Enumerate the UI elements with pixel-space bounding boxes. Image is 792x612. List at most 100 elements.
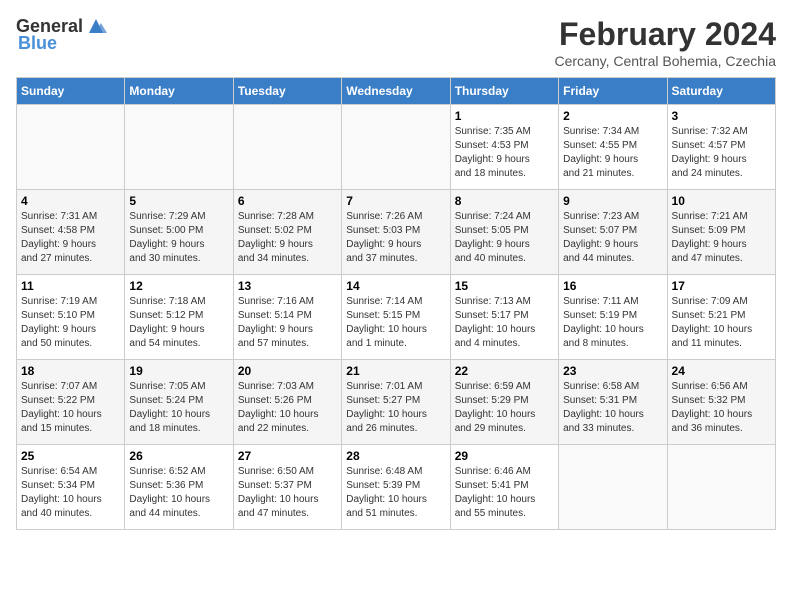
logo-icon	[85, 15, 107, 37]
weekday-header-row: SundayMondayTuesdayWednesdayThursdayFrid…	[17, 78, 776, 105]
calendar-cell: 22 Sunrise: 6:59 AM Sunset: 5:29 PM Dayli…	[450, 360, 558, 445]
calendar-week-2: 4 Sunrise: 7:31 AM Sunset: 4:58 PM Daylig…	[17, 190, 776, 275]
day-info: Sunrise: 6:46 AM Sunset: 5:41 PM Dayligh…	[455, 465, 554, 521]
day-info: Sunrise: 6:52 AM Sunset: 5:36 PM Dayligh…	[129, 465, 228, 521]
day-info: Sunrise: 6:58 AM Sunset: 5:31 PM Dayligh…	[563, 380, 662, 436]
calendar-cell: 23 Sunrise: 6:58 AM Sunset: 5:31 PM Dayli…	[559, 360, 667, 445]
day-info: Sunrise: 7:07 AM Sunset: 5:22 PM Dayligh…	[21, 380, 120, 436]
day-info: Sunrise: 7:03 AM Sunset: 5:26 PM Dayligh…	[238, 380, 337, 436]
day-number: 21	[346, 364, 445, 378]
day-number: 11	[21, 279, 120, 293]
day-info: Sunrise: 6:59 AM Sunset: 5:29 PM Dayligh…	[455, 380, 554, 436]
calendar-cell: 28 Sunrise: 6:48 AM Sunset: 5:39 PM Dayli…	[342, 445, 450, 530]
day-number: 22	[455, 364, 554, 378]
day-info: Sunrise: 7:13 AM Sunset: 5:17 PM Dayligh…	[455, 295, 554, 351]
calendar-week-4: 18 Sunrise: 7:07 AM Sunset: 5:22 PM Dayli…	[17, 360, 776, 445]
day-info: Sunrise: 7:19 AM Sunset: 5:10 PM Dayligh…	[21, 295, 120, 351]
day-info: Sunrise: 7:32 AM Sunset: 4:57 PM Dayligh…	[672, 125, 771, 181]
day-info: Sunrise: 7:05 AM Sunset: 5:24 PM Dayligh…	[129, 380, 228, 436]
logo-text: General Blue	[16, 16, 107, 54]
day-number: 5	[129, 194, 228, 208]
calendar-cell: 20 Sunrise: 7:03 AM Sunset: 5:26 PM Dayli…	[233, 360, 341, 445]
weekday-header-sunday: Sunday	[17, 78, 125, 105]
day-info: Sunrise: 7:34 AM Sunset: 4:55 PM Dayligh…	[563, 125, 662, 181]
day-number: 17	[672, 279, 771, 293]
calendar-week-3: 11 Sunrise: 7:19 AM Sunset: 5:10 PM Dayli…	[17, 275, 776, 360]
logo-blue: Blue	[18, 33, 57, 54]
day-number: 4	[21, 194, 120, 208]
day-number: 10	[672, 194, 771, 208]
calendar-cell: 2Sunrise: 7:34 AM Sunset: 4:55 PM Daylig…	[559, 105, 667, 190]
day-info: Sunrise: 7:14 AM Sunset: 5:15 PM Dayligh…	[346, 295, 445, 351]
day-number: 16	[563, 279, 662, 293]
day-number: 24	[672, 364, 771, 378]
day-info: Sunrise: 7:21 AM Sunset: 5:09 PM Dayligh…	[672, 210, 771, 266]
calendar-cell	[667, 445, 775, 530]
weekday-header-wednesday: Wednesday	[342, 78, 450, 105]
calendar-cell	[559, 445, 667, 530]
day-number: 14	[346, 279, 445, 293]
calendar-cell	[17, 105, 125, 190]
calendar-cell: 6Sunrise: 7:28 AM Sunset: 5:02 PM Daylig…	[233, 190, 341, 275]
calendar-cell: 5 Sunrise: 7:29 AM Sunset: 5:00 PM Daylig…	[125, 190, 233, 275]
day-number: 25	[21, 449, 120, 463]
day-number: 6	[238, 194, 337, 208]
calendar-week-1: 1Sunrise: 7:35 AM Sunset: 4:53 PM Daylig…	[17, 105, 776, 190]
day-number: 8	[455, 194, 554, 208]
day-info: Sunrise: 7:29 AM Sunset: 5:00 PM Dayligh…	[129, 210, 228, 266]
day-number: 20	[238, 364, 337, 378]
day-info: Sunrise: 7:01 AM Sunset: 5:27 PM Dayligh…	[346, 380, 445, 436]
day-info: Sunrise: 7:35 AM Sunset: 4:53 PM Dayligh…	[455, 125, 554, 181]
weekday-header-tuesday: Tuesday	[233, 78, 341, 105]
calendar-cell: 4 Sunrise: 7:31 AM Sunset: 4:58 PM Daylig…	[17, 190, 125, 275]
calendar-cell	[342, 105, 450, 190]
day-number: 28	[346, 449, 445, 463]
calendar-cell: 15 Sunrise: 7:13 AM Sunset: 5:17 PM Dayli…	[450, 275, 558, 360]
day-info: Sunrise: 7:09 AM Sunset: 5:21 PM Dayligh…	[672, 295, 771, 351]
day-info: Sunrise: 6:48 AM Sunset: 5:39 PM Dayligh…	[346, 465, 445, 521]
calendar-cell: 11 Sunrise: 7:19 AM Sunset: 5:10 PM Dayli…	[17, 275, 125, 360]
weekday-header-friday: Friday	[559, 78, 667, 105]
calendar-cell: 18 Sunrise: 7:07 AM Sunset: 5:22 PM Dayli…	[17, 360, 125, 445]
day-number: 29	[455, 449, 554, 463]
day-number: 3	[672, 109, 771, 123]
month-year-title: February 2024	[554, 16, 776, 53]
calendar-cell: 21 Sunrise: 7:01 AM Sunset: 5:27 PM Dayli…	[342, 360, 450, 445]
calendar-cell: 24 Sunrise: 6:56 AM Sunset: 5:32 PM Dayli…	[667, 360, 775, 445]
calendar-cell: 1Sunrise: 7:35 AM Sunset: 4:53 PM Daylig…	[450, 105, 558, 190]
calendar-cell: 16 Sunrise: 7:11 AM Sunset: 5:19 PM Dayli…	[559, 275, 667, 360]
day-info: Sunrise: 7:31 AM Sunset: 4:58 PM Dayligh…	[21, 210, 120, 266]
calendar-cell: 8 Sunrise: 7:24 AM Sunset: 5:05 PM Daylig…	[450, 190, 558, 275]
calendar-cell: 29 Sunrise: 6:46 AM Sunset: 5:41 PM Dayli…	[450, 445, 558, 530]
day-number: 13	[238, 279, 337, 293]
day-number: 15	[455, 279, 554, 293]
title-area: February 2024 Cercany, Central Bohemia, …	[554, 16, 776, 69]
weekday-header-thursday: Thursday	[450, 78, 558, 105]
day-info: Sunrise: 7:11 AM Sunset: 5:19 PM Dayligh…	[563, 295, 662, 351]
day-info: Sunrise: 7:18 AM Sunset: 5:12 PM Dayligh…	[129, 295, 228, 351]
location-subtitle: Cercany, Central Bohemia, Czechia	[554, 53, 776, 69]
calendar-cell: 9Sunrise: 7:23 AM Sunset: 5:07 PM Daylig…	[559, 190, 667, 275]
calendar-cell: 7 Sunrise: 7:26 AM Sunset: 5:03 PM Daylig…	[342, 190, 450, 275]
calendar-cell: 17 Sunrise: 7:09 AM Sunset: 5:21 PM Dayli…	[667, 275, 775, 360]
calendar-cell: 25Sunrise: 6:54 AM Sunset: 5:34 PM Dayli…	[17, 445, 125, 530]
day-info: Sunrise: 6:50 AM Sunset: 5:37 PM Dayligh…	[238, 465, 337, 521]
weekday-header-saturday: Saturday	[667, 78, 775, 105]
calendar-cell: 27Sunrise: 6:50 AM Sunset: 5:37 PM Dayli…	[233, 445, 341, 530]
logo: General Blue	[16, 16, 107, 54]
day-number: 23	[563, 364, 662, 378]
calendar-cell: 19 Sunrise: 7:05 AM Sunset: 5:24 PM Dayli…	[125, 360, 233, 445]
calendar-cell: 3 Sunrise: 7:32 AM Sunset: 4:57 PM Daylig…	[667, 105, 775, 190]
day-number: 19	[129, 364, 228, 378]
day-info: Sunrise: 7:26 AM Sunset: 5:03 PM Dayligh…	[346, 210, 445, 266]
calendar-cell: 26 Sunrise: 6:52 AM Sunset: 5:36 PM Dayli…	[125, 445, 233, 530]
day-number: 18	[21, 364, 120, 378]
day-number: 7	[346, 194, 445, 208]
calendar-cell	[125, 105, 233, 190]
day-number: 12	[129, 279, 228, 293]
header: General Blue February 2024 Cercany, Cent…	[16, 16, 776, 69]
day-info: Sunrise: 7:24 AM Sunset: 5:05 PM Dayligh…	[455, 210, 554, 266]
calendar-cell	[233, 105, 341, 190]
day-info: Sunrise: 6:56 AM Sunset: 5:32 PM Dayligh…	[672, 380, 771, 436]
day-number: 26	[129, 449, 228, 463]
